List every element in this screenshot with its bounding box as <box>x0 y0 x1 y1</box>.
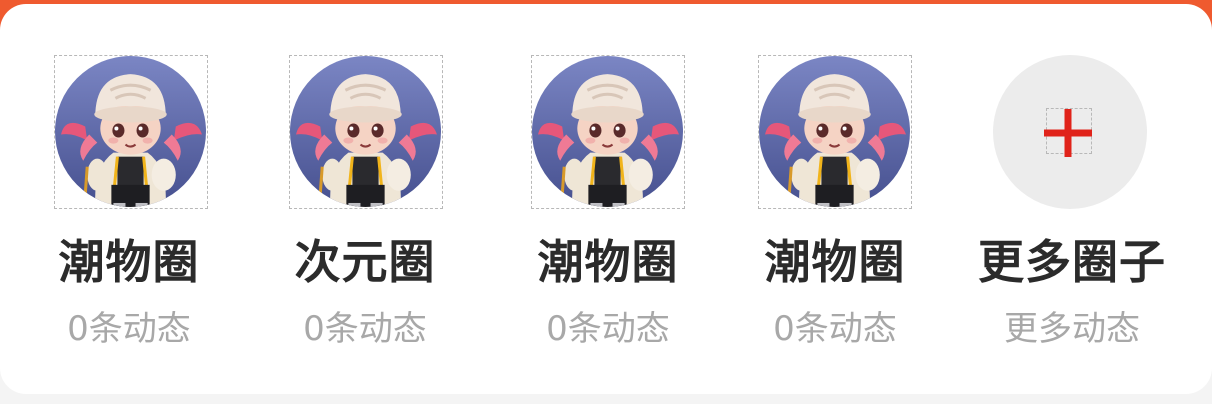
circle-title: 潮物圈 <box>764 235 906 289</box>
circle-item[interactable]: 潮物圈 0条动态 <box>24 4 234 394</box>
circle-subtitle: 0条动态 <box>67 309 191 349</box>
more-circles-title: 更多圈子 <box>978 235 1166 289</box>
circle-subtitle: 0条动态 <box>303 309 427 349</box>
circle-subtitle: 0条动态 <box>773 309 897 349</box>
avatar-image <box>759 56 910 207</box>
circle-avatar <box>54 55 208 209</box>
more-circles-icon-bg[interactable] <box>993 55 1147 209</box>
circle-avatar <box>531 55 685 209</box>
avatar-image <box>290 56 441 207</box>
circles-card: 潮物圈 0条动态 次元圈 0条动态 潮物圈 0条动态 潮物圈 0条动态 更多圈子… <box>0 4 1212 394</box>
circle-item[interactable]: 次元圈 0条动态 <box>260 4 470 394</box>
plus-icon <box>1044 108 1092 157</box>
avatar-image <box>532 56 683 207</box>
circle-avatar <box>758 55 912 209</box>
more-circles-subtitle: 更多动态 <box>1004 309 1140 349</box>
circle-item[interactable]: 潮物圈 0条动态 <box>730 4 940 394</box>
circle-title: 潮物圈 <box>58 235 200 289</box>
circle-avatar <box>289 55 443 209</box>
circle-title: 潮物圈 <box>537 235 679 289</box>
circle-item[interactable]: 潮物圈 0条动态 <box>503 4 713 394</box>
circle-title: 次元圈 <box>294 235 436 289</box>
plus-glyph <box>1044 109 1092 157</box>
circle-subtitle: 0条动态 <box>546 309 670 349</box>
avatar-image <box>55 56 206 207</box>
